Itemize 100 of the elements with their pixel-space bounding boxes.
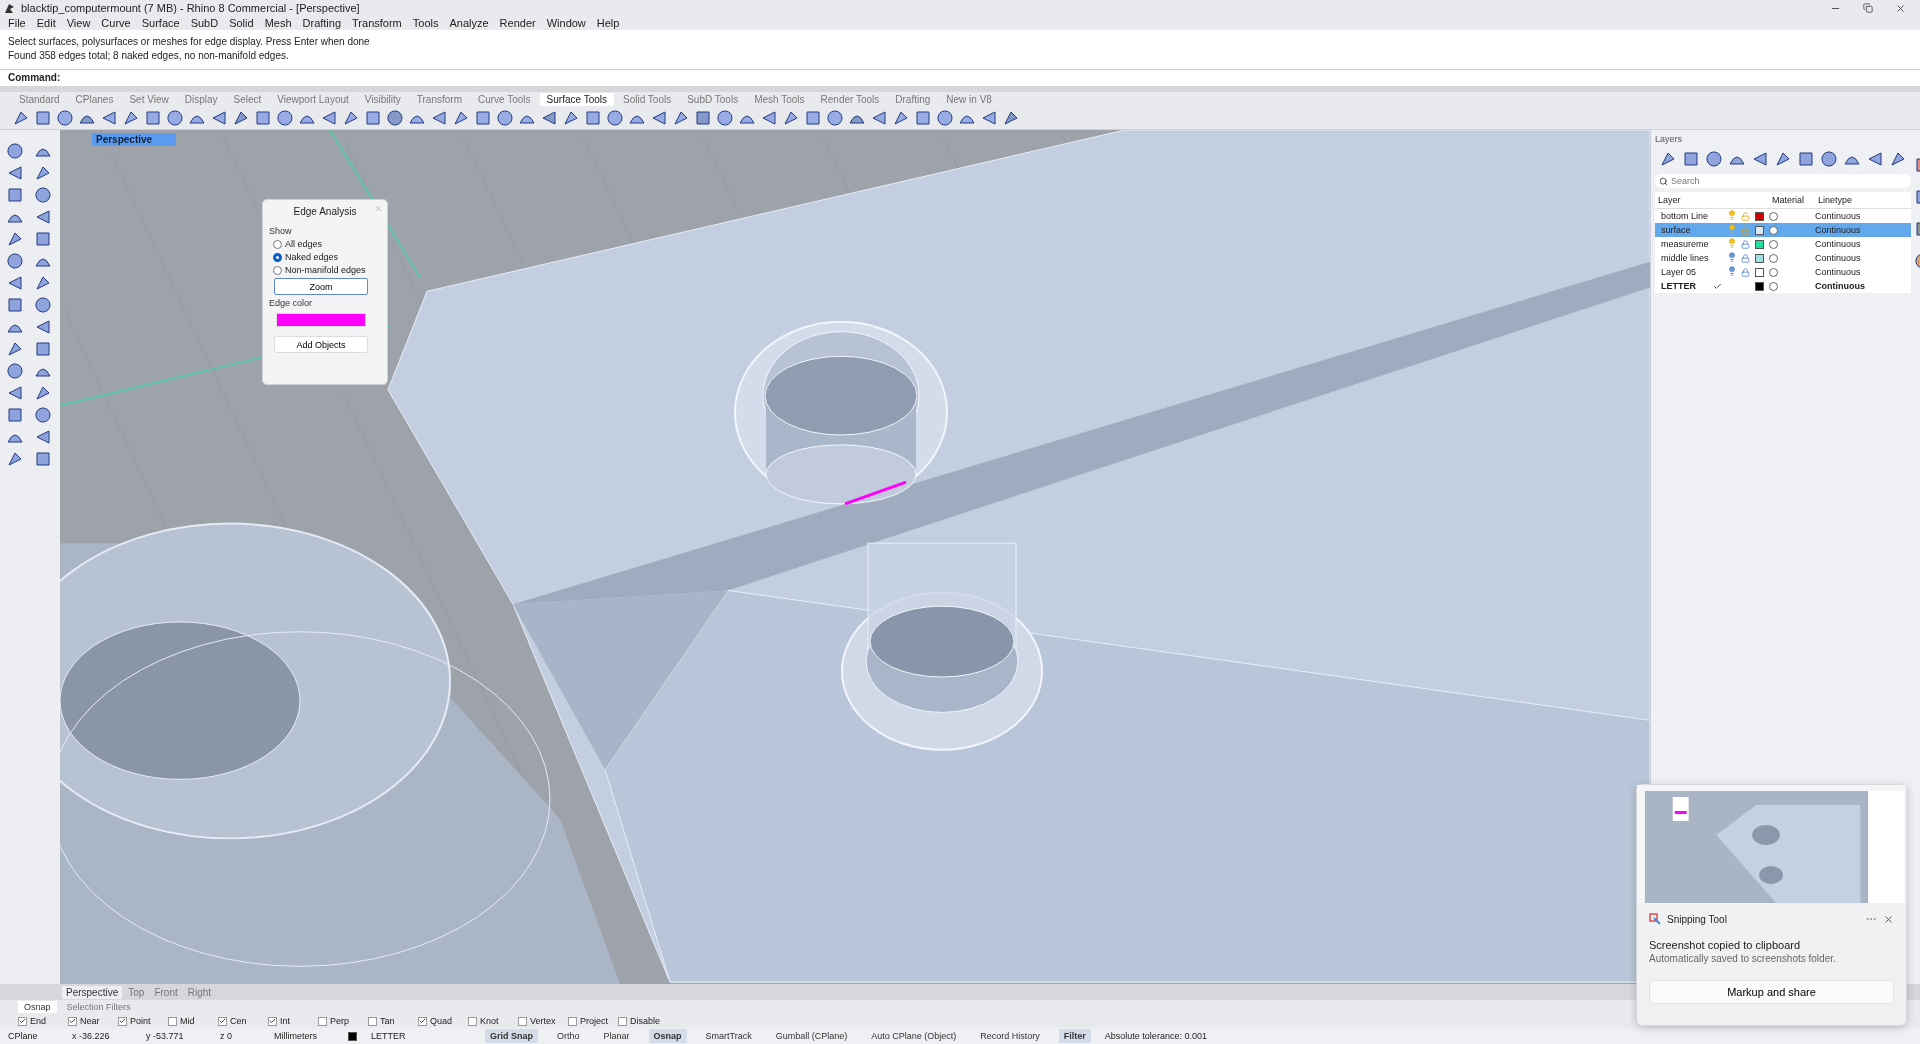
tool-icon[interactable] [34, 274, 52, 292]
toolbar-tab[interactable]: Solid Tools [616, 93, 679, 106]
screenshot-thumbnail-drawing[interactable] [1637, 785, 1906, 903]
tool-icon[interactable] [364, 108, 382, 127]
tool-icon[interactable] [34, 164, 52, 182]
tool-icon[interactable] [1889, 150, 1907, 168]
linetype-cell[interactable]: Continuous [1815, 251, 1875, 265]
toolbar-tab[interactable]: Render Tools [813, 93, 887, 106]
tool-icon[interactable] [496, 108, 514, 127]
menu-item[interactable]: Transform [352, 17, 402, 29]
tool-icon[interactable] [320, 108, 338, 127]
osnap-checkbox[interactable]: End [18, 1016, 58, 1026]
tool-icon[interactable] [606, 108, 624, 127]
status-toggle[interactable]: SmartTrack [700, 1029, 757, 1043]
tool-icon[interactable] [716, 108, 734, 127]
column-header[interactable]: Layer [1655, 192, 1769, 208]
status-toggle[interactable]: Grid Snap [485, 1029, 538, 1043]
toolbar-tab[interactable]: Select [226, 93, 269, 106]
status-toggle[interactable]: Filter [1058, 1029, 1091, 1043]
tool-icon[interactable] [6, 230, 24, 248]
restore-icon[interactable] [1863, 2, 1873, 13]
lightbulb-icon[interactable] [1727, 266, 1737, 276]
osnap-checkbox[interactable]: Project [568, 1016, 608, 1026]
tool-icon[interactable] [6, 142, 24, 160]
menu-item[interactable]: Edit [36, 17, 56, 29]
tool-icon[interactable] [34, 428, 52, 446]
tool-icon[interactable] [1682, 150, 1700, 168]
toolbar-tab[interactable]: Display [177, 93, 225, 106]
toolbar-tab[interactable]: Surface Tools [539, 93, 614, 106]
lock-icon[interactable] [1741, 267, 1750, 277]
add-objects-button[interactable]: Add Objects [274, 336, 368, 353]
tool-icon[interactable] [474, 108, 492, 127]
radio-option[interactable]: All edges [269, 239, 369, 249]
osnap-checkbox[interactable]: Tan [368, 1016, 408, 1026]
tool-icon[interactable] [386, 108, 404, 127]
menu-item[interactable]: Analyze [449, 17, 489, 29]
zoom-button[interactable]: Zoom [274, 278, 368, 295]
linetype-cell[interactable]: Continuous [1815, 209, 1875, 223]
edge-color-swatch[interactable] [276, 313, 366, 327]
tool-icon[interactable] [980, 108, 998, 127]
layer-color-swatch[interactable] [1755, 211, 1764, 221]
tool-icon[interactable] [34, 296, 52, 314]
viewport-tab[interactable]: Perspective [62, 985, 123, 999]
column-header[interactable]: Material [1769, 192, 1815, 208]
lightbulb-icon[interactable] [1727, 252, 1737, 262]
osnap-checkbox[interactable]: Mid [168, 1016, 208, 1026]
tool-icon[interactable] [694, 108, 712, 127]
tool-icon[interactable] [870, 108, 888, 127]
command-prompt[interactable]: Command: [0, 70, 1920, 86]
tool-icon[interactable] [1751, 150, 1769, 168]
osnap-checkbox[interactable]: Quad [418, 1016, 458, 1026]
toolbar-tab[interactable]: Drafting [888, 93, 938, 106]
menu-item[interactable]: Drafting [302, 17, 342, 29]
layer-row[interactable]: surface Continuous [1655, 223, 1911, 237]
osnap-checkbox[interactable]: Vertex [518, 1016, 558, 1026]
tool-icon[interactable] [100, 108, 118, 127]
toolbar-tab[interactable]: Mesh Tools [747, 93, 812, 106]
search-field[interactable]: Search [1655, 174, 1911, 188]
menu-item[interactable]: Tools [412, 17, 439, 29]
tool-icon[interactable] [6, 384, 24, 402]
current-layer-label[interactable]: LETTER [371, 1031, 471, 1041]
tool-icon[interactable] [584, 108, 602, 127]
layer-name[interactable]: bottom Line [1655, 209, 1713, 223]
tool-icon[interactable] [540, 108, 558, 127]
tool-icon[interactable] [254, 108, 272, 127]
tool-icon[interactable] [936, 108, 954, 127]
toolbar-tab[interactable]: Visibility [357, 93, 408, 106]
panel-tab[interactable]: Osnap [18, 1001, 57, 1013]
toolbar-tab[interactable]: CPlanes [68, 93, 121, 106]
tool-icon[interactable] [6, 252, 24, 270]
toolbar-tab[interactable]: Set View [122, 93, 176, 106]
tool-icon[interactable] [6, 164, 24, 182]
linetype-cell[interactable]: Continuous [1815, 223, 1875, 237]
tool-icon[interactable] [34, 384, 52, 402]
tool-icon[interactable] [34, 208, 52, 226]
osnap-checkbox[interactable]: Disable [618, 1016, 661, 1026]
status-toggle[interactable]: Record History [975, 1029, 1045, 1043]
tool-icon[interactable] [6, 450, 24, 468]
tool-icon[interactable] [6, 296, 24, 314]
layer-name[interactable]: middle lines [1655, 251, 1713, 265]
tool-icon[interactable] [34, 340, 52, 358]
layer-name[interactable]: surface [1655, 223, 1713, 237]
tool-icon[interactable] [804, 108, 822, 127]
radio-option[interactable]: Non-manifold edges [269, 265, 369, 275]
layer-name[interactable]: Layer 05 [1655, 265, 1713, 279]
osnap-checkbox[interactable]: Point [118, 1016, 158, 1026]
tool-icon[interactable] [166, 108, 184, 127]
layer-name[interactable]: LETTER [1655, 279, 1713, 293]
tool-icon[interactable] [826, 108, 844, 127]
close-icon[interactable] [1895, 2, 1906, 14]
tool-icon[interactable] [1797, 150, 1815, 168]
layer-name[interactable]: measureme [1655, 237, 1713, 251]
units-label[interactable]: Millimeters [274, 1031, 334, 1041]
menu-item[interactable]: Curve [101, 17, 131, 29]
tool-icon[interactable] [34, 186, 52, 204]
tool-icon[interactable] [6, 274, 24, 292]
status-toggle[interactable]: Osnap [648, 1029, 687, 1043]
tool-icon[interactable] [34, 318, 52, 336]
tool-icon[interactable] [1820, 150, 1838, 168]
layer-color-swatch[interactable] [1755, 239, 1764, 249]
